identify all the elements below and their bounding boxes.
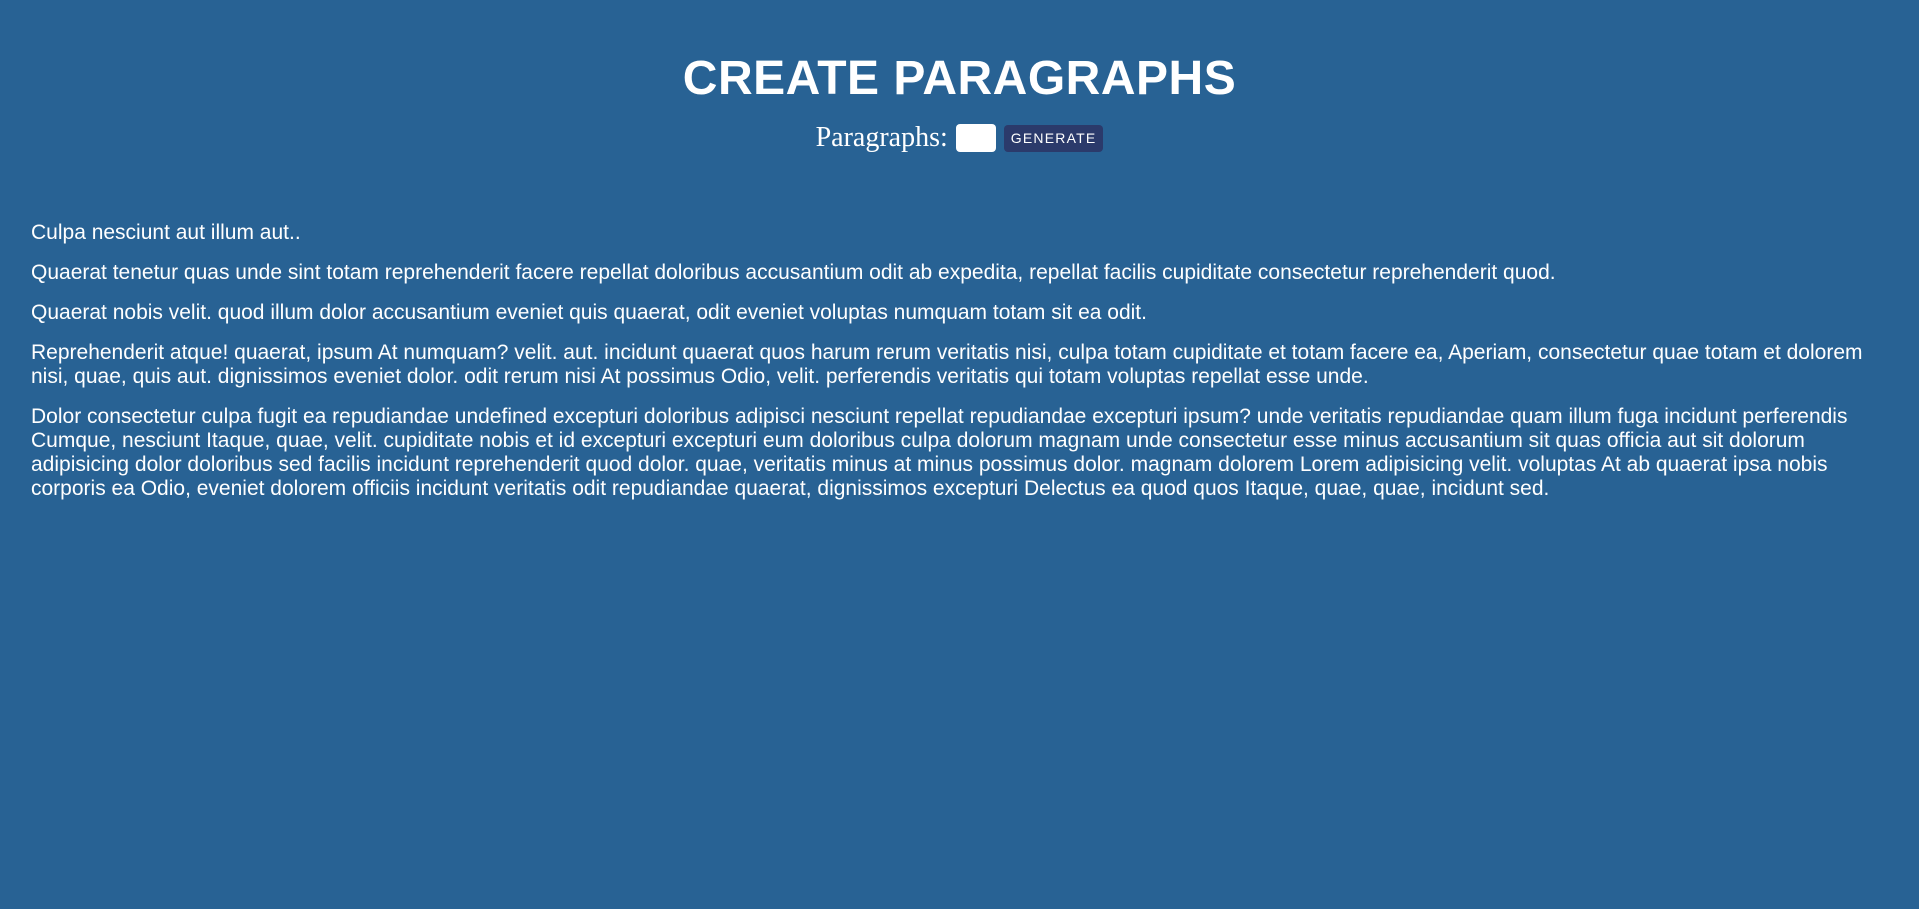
paragraph: Quaerat tenetur quas unde sint totam rep… [31, 261, 1556, 284]
paragraph: Quaerat nobis velit. quod illum dolor ac… [31, 301, 1147, 324]
generate-button[interactable]: GENERATE [1003, 124, 1104, 152]
paragraph: Dolor consectetur culpa fugit ea repudia… [31, 405, 1848, 500]
paragraph: Reprehenderit atque! quaerat, ipsum At n… [31, 341, 1863, 388]
page: CREATE PARAGRAPHS Paragraphs: GENERATE C… [0, 0, 1919, 909]
generated-paragraphs: Culpa nesciunt aut illum aut.. Quaerat t… [31, 221, 1891, 517]
page-title: CREATE PARAGRAPHS [682, 52, 1237, 105]
paragraph-count-input[interactable] [955, 124, 996, 152]
paragraphs-label: Paragraphs: [815, 122, 948, 153]
paragraph: Culpa nesciunt aut illum aut.. [31, 221, 301, 244]
paragraph-form: Paragraphs: GENERATE [0, 122, 1919, 154]
